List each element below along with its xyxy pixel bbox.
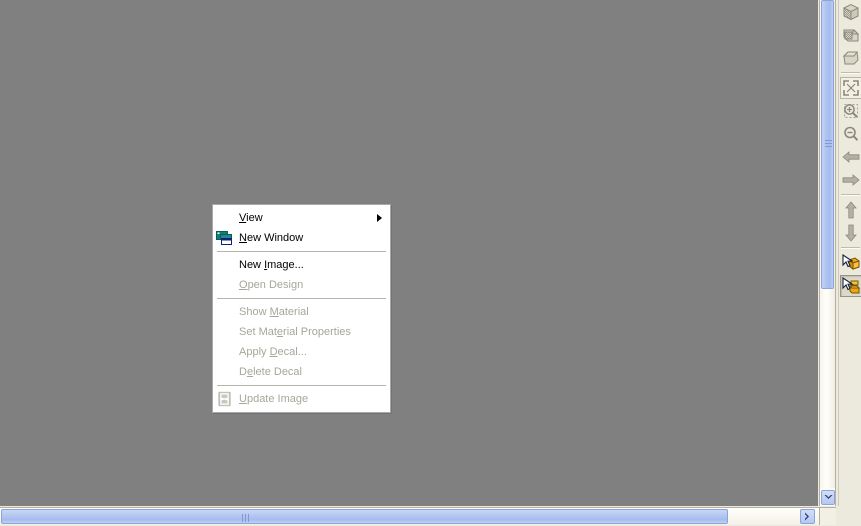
solid-shape-icon (842, 51, 859, 65)
render-solid-button[interactable] (840, 47, 861, 69)
zoom-out-icon (844, 126, 859, 141)
shaded-cube-textured-icon (843, 29, 860, 42)
menu-item-view[interactable]: View (213, 208, 390, 228)
toolbar-separator (841, 247, 860, 249)
arrow-left-icon (842, 151, 860, 163)
new-window-icon (216, 230, 234, 246)
new-window-icon (216, 231, 232, 245)
horizontal-scroll-grip (242, 514, 251, 522)
menu-item-apply-decal: Apply Decal... (213, 342, 390, 362)
zoom-fit-icon (843, 80, 859, 96)
update-image-icon (216, 391, 234, 407)
menu-item-open-design: Open Design (213, 275, 390, 295)
chevron-right-icon (805, 512, 809, 521)
zoom-in-marquee-icon (844, 104, 858, 118)
menu-item-label: Open Design (239, 279, 304, 291)
chevron-down-icon (824, 495, 832, 499)
scrollbar-corner (819, 507, 836, 525)
context-menu[interactable]: View New Window New Image... Open Design Sho… (212, 204, 391, 413)
view-toolbar[interactable] (838, 0, 861, 506)
scroll-down-button[interactable] (821, 490, 835, 505)
menu-item-label: New Image... (239, 259, 304, 271)
arrow-up-icon (845, 201, 857, 219)
pan-down-button[interactable] (840, 222, 861, 244)
pan-right-button[interactable] (840, 169, 861, 191)
application-window: View New Window New Image... Open Design Sho… (0, 0, 861, 526)
menu-item-label: New Window (239, 232, 304, 244)
menu-item-set-material-properties: Set Material Properties (213, 322, 390, 342)
shaded-cube-dotted-icon (843, 3, 859, 21)
select-object-button[interactable] (840, 252, 861, 274)
pan-up-button[interactable] (840, 199, 861, 221)
zoom-fit-button[interactable] (840, 77, 861, 99)
zoom-window-button[interactable] (840, 100, 861, 122)
menu-item-update-image: Update Image (213, 389, 390, 409)
menu-separator (217, 298, 386, 299)
select-surface-button[interactable] (840, 275, 861, 297)
update-image-icon (218, 391, 231, 407)
horizontal-scroll-thumb[interactable] (1, 509, 728, 524)
menu-item-delete-decal: Delete Decal (213, 362, 390, 382)
menu-item-new-window[interactable]: New Window (213, 228, 390, 248)
menu-item-label: View (239, 212, 263, 224)
menu-separator (217, 251, 386, 252)
arrow-right-icon (842, 174, 860, 186)
menu-item-new-image[interactable]: New Image... (213, 255, 390, 275)
scroll-right-button[interactable] (800, 509, 815, 524)
vertical-scroll-grip (825, 140, 832, 149)
menu-separator (217, 385, 386, 386)
zoom-out-button[interactable] (840, 123, 861, 145)
render-wireframe-button[interactable] (840, 1, 861, 23)
vertical-scroll-thumb[interactable] (821, 0, 834, 289)
pan-left-button[interactable] (840, 146, 861, 168)
vertical-scrollbar[interactable] (819, 0, 836, 506)
menu-item-label: Show Material (239, 306, 309, 318)
arrow-down-icon (845, 224, 857, 242)
horizontal-scrollbar[interactable] (0, 507, 819, 525)
cursor-surface-icon (842, 276, 861, 294)
render-textured-button[interactable] (840, 24, 861, 46)
menu-item-label: Set Material Properties (239, 326, 351, 338)
cursor-cube-icon (842, 253, 860, 270)
menu-item-label: Apply Decal... (239, 346, 307, 358)
menu-item-label: Update Image (239, 393, 309, 405)
menu-item-show-material: Show Material (213, 302, 390, 322)
toolbar-separator (841, 72, 860, 74)
submenu-arrow-icon (377, 214, 382, 222)
toolbar-separator (841, 194, 860, 196)
3d-viewport[interactable] (0, 0, 818, 506)
menu-item-label: Delete Decal (239, 366, 302, 378)
